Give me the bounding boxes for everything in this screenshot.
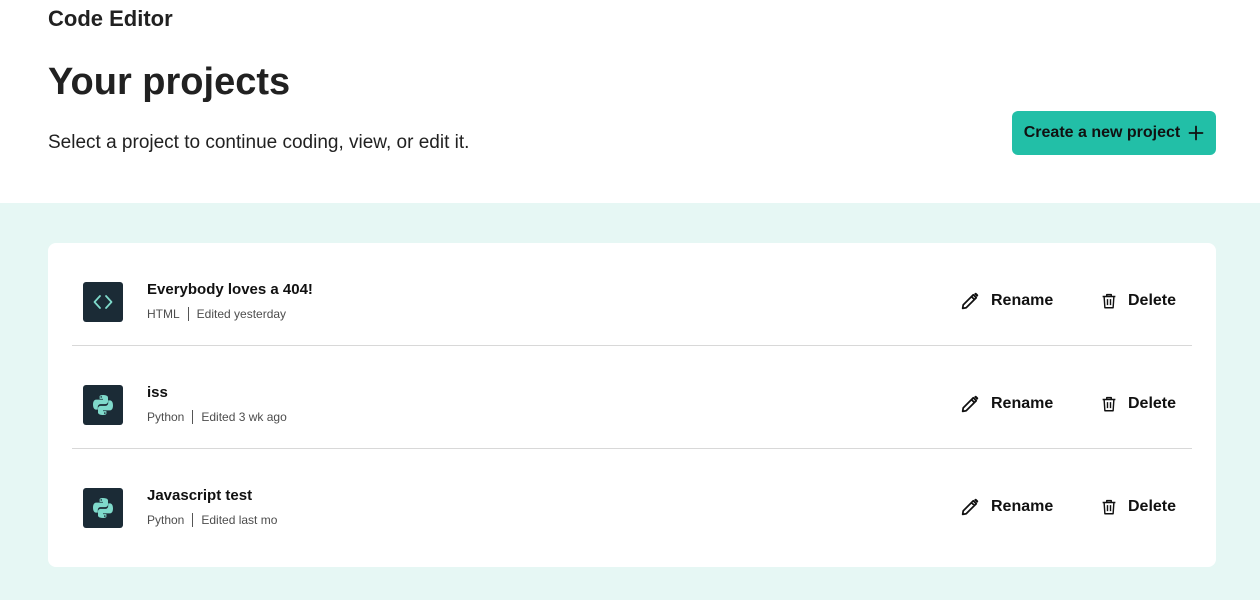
project-meta: Python Edited last mo [147, 512, 277, 528]
rename-label: Rename [991, 292, 1054, 309]
projects-area: Everybody loves a 404! HTML Edited yeste… [0, 203, 1260, 600]
html-code-icon [83, 282, 123, 322]
project-row[interactable]: Everybody loves a 404! HTML Edited yeste… [72, 243, 1192, 346]
project-row[interactable]: Javascript test Python Edited last mo Re… [72, 449, 1192, 552]
create-project-button[interactable]: Create a new project [1012, 111, 1216, 155]
pencil-icon [961, 292, 979, 310]
projects-list: Everybody loves a 404! HTML Edited yeste… [48, 243, 1216, 567]
project-row[interactable]: iss Python Edited 3 wk ago Rename Delete [72, 346, 1192, 449]
project-meta: HTML Edited yesterday [147, 306, 286, 322]
rename-label: Rename [991, 498, 1054, 515]
trash-icon [1102, 499, 1116, 515]
rename-button[interactable]: Rename [959, 289, 1053, 313]
project-name[interactable]: Everybody loves a 404! [147, 280, 313, 300]
rename-button[interactable]: Rename [959, 495, 1053, 519]
meta-separator [192, 513, 194, 527]
delete-button[interactable]: Delete [1100, 289, 1176, 313]
page-title: Your projects [48, 61, 291, 103]
pencil-icon [961, 395, 979, 413]
project-type: Python [147, 513, 185, 527]
project-type: Python [147, 410, 185, 424]
project-edited: Edited last mo [201, 513, 278, 527]
project-name[interactable]: Javascript test [147, 486, 252, 506]
meta-separator [187, 307, 189, 321]
plus-icon [1188, 125, 1204, 141]
project-type: HTML [147, 307, 180, 321]
page-header: Code Editor Your projects Select a proje… [0, 0, 1260, 203]
rename-button[interactable]: Rename [959, 392, 1053, 416]
meta-separator [192, 410, 194, 424]
trash-icon [1102, 396, 1116, 412]
create-project-label: Create a new project [1023, 124, 1181, 141]
python-icon [83, 488, 123, 528]
rename-label: Rename [991, 395, 1054, 412]
delete-label: Delete [1128, 395, 1177, 412]
delete-label: Delete [1128, 498, 1177, 515]
project-meta: Python Edited 3 wk ago [147, 409, 287, 425]
delete-label: Delete [1128, 292, 1177, 309]
delete-button[interactable]: Delete [1100, 392, 1176, 416]
pencil-icon [961, 498, 979, 516]
project-edited: Edited yesterday [196, 307, 287, 321]
page-subtitle: Select a project to continue coding, vie… [48, 132, 470, 153]
trash-icon [1102, 293, 1116, 309]
project-name[interactable]: iss [147, 383, 168, 403]
project-edited: Edited 3 wk ago [201, 410, 287, 424]
delete-button[interactable]: Delete [1100, 495, 1176, 519]
python-icon [83, 385, 123, 425]
app-title: Code Editor [48, 6, 173, 31]
